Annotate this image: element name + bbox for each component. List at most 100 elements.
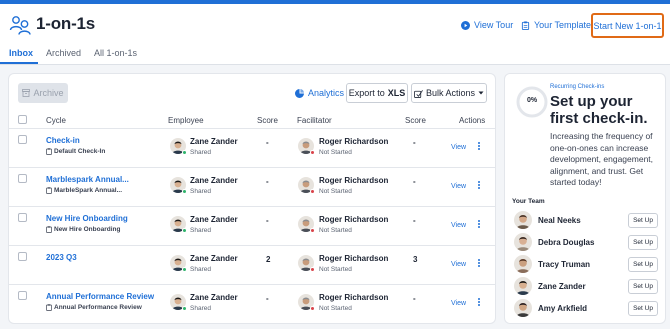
avatar <box>514 255 532 273</box>
more-options-icon[interactable] <box>477 181 481 191</box>
cycle-template-label: Default Check-In <box>54 148 106 155</box>
start-new-one-on-one-button[interactable]: Start New 1-on-1 <box>591 13 664 38</box>
view-link[interactable]: View <box>451 144 466 151</box>
view-link[interactable]: View <box>451 222 466 229</box>
row-checkbox[interactable] <box>18 291 27 300</box>
facilitator-score: - <box>413 294 416 303</box>
facilitator-status-dot <box>310 228 315 233</box>
employee-name: Zane Zander <box>190 176 238 185</box>
bulk-actions-dropdown[interactable]: Bulk Actions <box>411 83 487 103</box>
chevron-down-icon <box>478 91 484 95</box>
column-employee-score: Score <box>257 116 278 125</box>
row-checkbox[interactable] <box>18 135 27 144</box>
facilitator-score: 3 <box>413 255 418 264</box>
avatar <box>514 277 532 295</box>
facilitator-score: - <box>413 138 416 147</box>
card-description: Increasing the frequency of one-on-ones … <box>550 131 654 187</box>
employee-name: Zane Zander <box>190 293 238 302</box>
row-checkbox[interactable] <box>18 252 27 261</box>
row-checkbox[interactable] <box>18 174 27 183</box>
table-body: Check-in Default Check-In Zane Zander Share… <box>9 129 495 323</box>
set-up-button[interactable]: Set Up <box>628 301 658 316</box>
avatar <box>514 233 532 251</box>
employee-status: Shared <box>190 227 211 234</box>
set-up-button[interactable]: Set Up <box>628 279 658 294</box>
view-link[interactable]: View <box>451 183 466 190</box>
team-member-name: Tracy Truman <box>538 260 591 269</box>
table-header: Cycle Employee Score Facilitator Score A… <box>9 112 495 129</box>
facilitator-name: Roger Richardson <box>319 137 389 146</box>
cycle-link[interactable]: Annual Performance Review <box>46 292 154 301</box>
view-tour-link[interactable]: View Tour <box>461 20 513 30</box>
cycle-template: Default Check-In <box>46 148 105 155</box>
cycle-template-label: MarbleSpark Annual... <box>54 187 123 194</box>
template-icon <box>46 304 52 311</box>
employee-status-dot <box>182 267 187 272</box>
facilitator-status-dot <box>310 267 315 272</box>
cycle-template-label: New Hire Onboarding <box>54 226 121 233</box>
set-up-button[interactable]: Set Up <box>628 235 658 250</box>
export-xls-button[interactable]: Export to XLS <box>346 83 408 103</box>
more-options-icon[interactable] <box>477 298 481 308</box>
team-member-name: Amy Arkfield <box>538 304 588 313</box>
employee-status: Shared <box>190 188 211 195</box>
view-link[interactable]: View <box>451 300 466 307</box>
employee-status-dot <box>182 228 187 233</box>
analytics-link[interactable]: Analytics <box>295 88 344 98</box>
facilitator-name: Roger Richardson <box>319 254 389 263</box>
facilitator-status: Not Started <box>319 149 352 156</box>
tab-archived[interactable]: Archived <box>46 48 81 58</box>
view-link[interactable]: View <box>451 261 466 268</box>
employee-score: - <box>266 216 269 225</box>
bulk-actions-icon <box>414 89 423 98</box>
tab-inbox[interactable]: Inbox <box>9 48 33 58</box>
team-member: Zane Zander Set Up <box>512 276 662 296</box>
facilitator-status: Not Started <box>319 227 352 234</box>
employee-name: Zane Zander <box>190 137 238 146</box>
archive-button[interactable]: Archive <box>18 83 68 103</box>
archive-icon <box>22 89 31 97</box>
archive-label: Archive <box>33 88 64 98</box>
card-headline: Set up your first check-in. <box>550 93 648 127</box>
cycle-template-label: Annual Performance Review <box>54 304 142 311</box>
page-header: 1-on-1s View Tour Your Templates Start N… <box>0 4 670 42</box>
active-tab-indicator <box>0 62 38 64</box>
facilitator-status: Not Started <box>319 305 352 312</box>
team-member: Amy Arkfield Set Up <box>512 298 662 318</box>
facilitator-name: Roger Richardson <box>319 176 389 185</box>
template-icon <box>46 148 52 155</box>
column-actions: Actions <box>459 116 486 125</box>
facilitator-status-dot <box>310 189 315 194</box>
column-facilitator-score: Score <box>405 116 426 125</box>
set-up-button[interactable]: Set Up <box>628 257 658 272</box>
employee-status-dot <box>182 150 187 155</box>
employee-status-dot <box>182 306 187 311</box>
facilitator-score: - <box>413 216 416 225</box>
facilitator-status-dot <box>310 150 315 155</box>
row-checkbox[interactable] <box>18 213 27 222</box>
cycle-template: MarbleSpark Annual... <box>46 187 122 194</box>
more-options-icon[interactable] <box>477 220 481 230</box>
facilitator-status: Not Started <box>319 188 352 195</box>
set-up-button[interactable]: Set Up <box>628 213 658 228</box>
employee-score: 2 <box>266 255 271 264</box>
cycle-link[interactable]: New Hire Onboarding <box>46 214 128 223</box>
tab-all-one-on-ones[interactable]: All 1-on-1s <box>94 48 137 58</box>
table-row: 2023 Q3 Zane Zander Shared 2 Roger Richardso… <box>9 246 495 285</box>
template-icon <box>46 187 52 194</box>
team-member: Tracy Truman Set Up <box>512 254 662 274</box>
avatar <box>514 299 532 317</box>
cycle-link[interactable]: Marblespark Annual... <box>46 175 129 184</box>
view-tour-label: View Tour <box>474 20 514 30</box>
avatar <box>514 211 532 229</box>
bulk-actions-label: Bulk Actions <box>425 88 476 98</box>
cycle-link[interactable]: Check-in <box>46 136 80 145</box>
team-member-name: Debra Douglas <box>538 238 595 247</box>
more-options-icon[interactable] <box>477 259 481 269</box>
more-options-icon[interactable] <box>477 142 481 152</box>
facilitator-status: Not Started <box>319 266 352 273</box>
your-templates-link[interactable]: Your Templates <box>521 20 596 30</box>
select-all-checkbox[interactable] <box>18 115 27 124</box>
employee-status: Shared <box>190 305 211 312</box>
cycle-link[interactable]: 2023 Q3 <box>46 253 77 262</box>
